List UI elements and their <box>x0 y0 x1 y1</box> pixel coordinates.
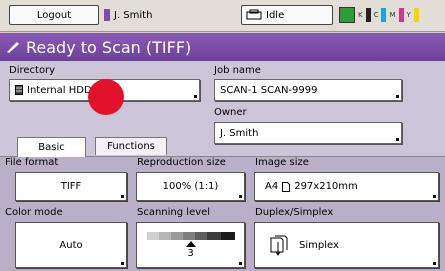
image-size-dims: 297x210mm <box>294 181 358 192</box>
image-size-value: A4 <box>265 181 279 192</box>
toner-label-k: K <box>358 11 363 19</box>
file-format-label: File format <box>5 157 59 168</box>
file-format-button[interactable]: TIFF <box>15 172 127 201</box>
field-corner-mark <box>194 95 197 98</box>
hdd-icon <box>15 85 23 95</box>
field-corner-mark <box>396 95 399 98</box>
simplex-icon <box>270 235 288 256</box>
scanning-level-value: 3 <box>187 247 194 259</box>
page-orientation-icon <box>282 181 291 192</box>
scan-icon <box>7 42 19 53</box>
page-title: Ready to Scan (TIFF) <box>26 37 192 57</box>
toner-levels[interactable]: K C M Y <box>339 5 419 25</box>
directory-value: Internal HDD <box>27 84 92 96</box>
image-size-label: Image size <box>255 157 309 168</box>
toner-bar-c <box>381 8 387 22</box>
scanning-level-label: Scanning level <box>137 207 211 218</box>
reproduction-size-value: 100% (1:1) <box>162 181 219 192</box>
reproduction-size-button[interactable]: 100% (1:1) <box>136 172 245 201</box>
scanning-level-button[interactable]: 3 <box>136 222 245 268</box>
printer-icon <box>246 9 262 20</box>
title-bar: Ready to Scan (TIFF) <box>0 33 445 61</box>
status-text: Idle <box>266 9 285 21</box>
button-corner-mark <box>433 195 436 198</box>
button-corner-mark <box>121 262 124 265</box>
color-mode-label: Color mode <box>5 207 63 218</box>
color-mode-value: Auto <box>59 239 83 251</box>
user-name: J. Smith <box>114 9 153 21</box>
button-corner-mark <box>239 195 242 198</box>
logout-button[interactable]: Logout <box>9 5 99 25</box>
tab-basic[interactable]: Basic <box>17 137 86 157</box>
button-corner-mark <box>121 195 124 198</box>
owner-field[interactable]: J. Smith <box>214 122 402 144</box>
toner-bar-k <box>365 8 371 22</box>
user-indicator: J. Smith <box>104 9 152 21</box>
tab-functions[interactable]: Functions <box>95 137 167 155</box>
arrow-up-icon <box>185 240 196 247</box>
reproduction-size-label: Reproduction size <box>137 157 226 168</box>
directory-label: Directory <box>9 65 56 76</box>
button-corner-mark <box>239 262 242 265</box>
image-size-button[interactable]: A4 297x210mm <box>254 172 439 201</box>
duplex-simplex-button[interactable]: Simplex <box>254 222 439 268</box>
touch-indicator <box>88 79 124 115</box>
toner-status-icon <box>339 7 355 23</box>
job-name-label: Job name <box>214 65 261 76</box>
owner-value: J. Smith <box>220 127 259 139</box>
duplex-simplex-label: Duplex/Simplex <box>255 207 334 218</box>
toner-label-c: C <box>373 11 379 19</box>
toner-bar-y <box>413 8 419 22</box>
duplex-simplex-value: Simplex <box>299 239 339 251</box>
toner-label-y: Y <box>406 11 411 19</box>
file-format-value: TIFF <box>60 181 82 192</box>
owner-label: Owner <box>214 107 247 118</box>
button-corner-mark <box>433 262 436 265</box>
scan-level-gradient-bar <box>146 231 235 240</box>
field-corner-mark <box>396 138 399 141</box>
job-name-value: SCAN-1 SCAN-9999 <box>220 84 318 96</box>
color-mode-button[interactable]: Auto <box>15 222 127 268</box>
toner-label-m: M <box>389 11 396 19</box>
status-button[interactable]: Idle <box>241 5 333 25</box>
job-name-field[interactable]: SCAN-1 SCAN-9999 <box>214 79 402 101</box>
toner-bar-m <box>398 8 404 22</box>
user-icon <box>104 9 110 21</box>
